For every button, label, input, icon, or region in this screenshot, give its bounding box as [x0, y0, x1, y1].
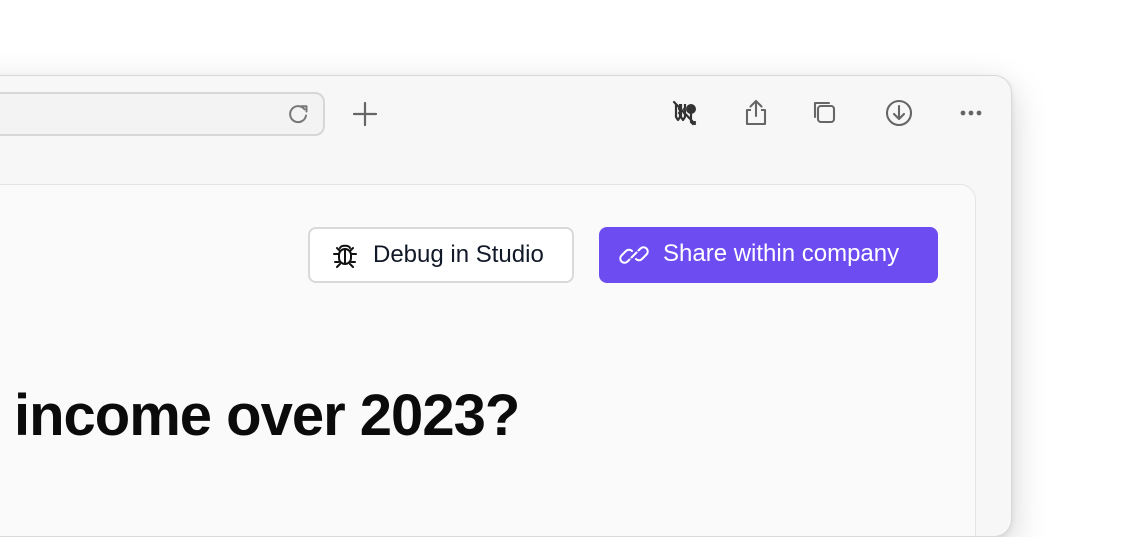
reload-icon[interactable]: [285, 101, 311, 127]
debug-in-studio-button[interactable]: Debug in Studio: [308, 227, 574, 283]
more-icon[interactable]: [954, 96, 988, 130]
page-title: income over 2023?: [14, 383, 520, 448]
password-key-icon[interactable]: [668, 96, 702, 130]
debug-in-studio-label: Debug in Studio: [373, 241, 544, 268]
tabs-copy-icon[interactable]: [808, 96, 842, 130]
content-card: Debug in Studio Share within company inc…: [0, 184, 976, 536]
address-bar[interactable]: [0, 92, 325, 136]
link-icon: [619, 240, 649, 270]
share-within-company-button[interactable]: Share within company: [599, 227, 938, 283]
browser-window: Debug in Studio Share within company inc…: [0, 75, 1012, 537]
share-icon[interactable]: [739, 96, 773, 130]
download-icon[interactable]: [882, 96, 916, 130]
browser-toolbar: [0, 76, 1011, 184]
new-tab-icon[interactable]: [349, 98, 381, 130]
share-within-company-label: Share within company: [663, 240, 900, 267]
bug-icon: [330, 240, 360, 270]
